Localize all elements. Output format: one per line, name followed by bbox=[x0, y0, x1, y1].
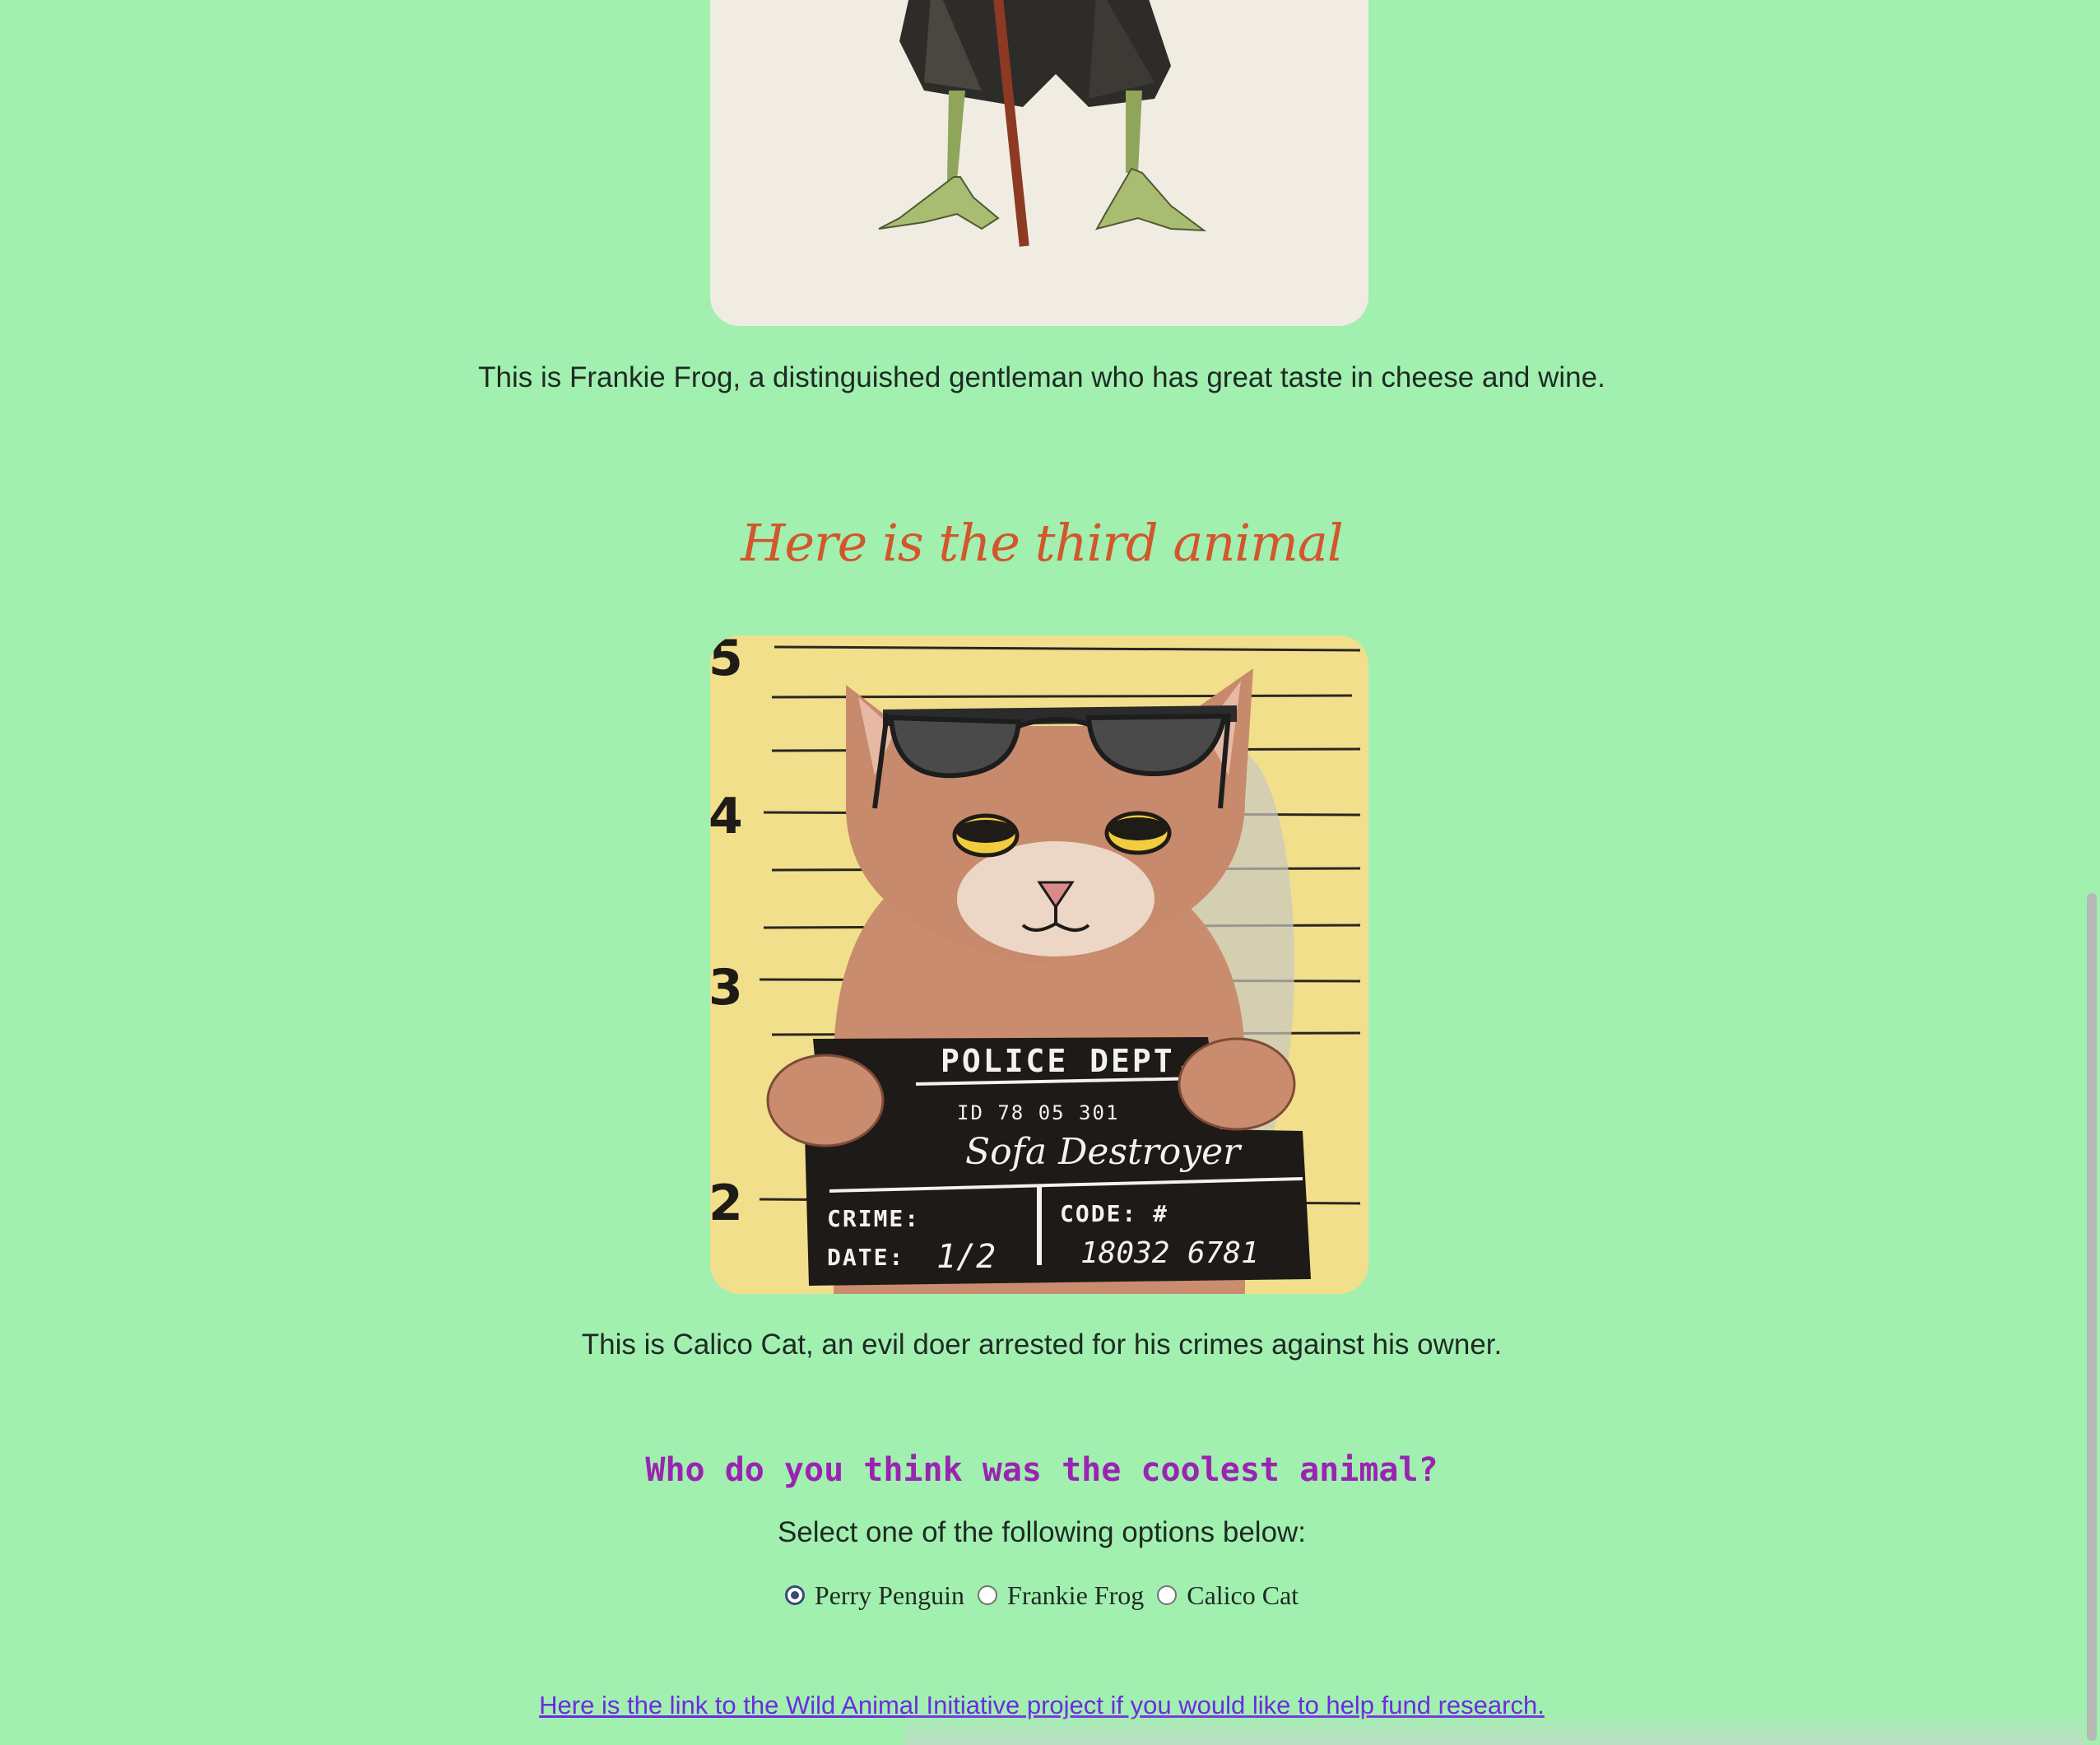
cat-caption: This is Calico Cat, an evil doer arreste… bbox=[581, 1329, 1503, 1361]
calico-cat-image: 5 4 3 2 POLICE DEPT. ID 78 05 301 Sofa D… bbox=[710, 635, 1368, 1294]
board-title: POLICE DEPT. bbox=[941, 1043, 1196, 1079]
frankie-frog-image bbox=[710, 0, 1368, 326]
option-label-calico-cat: Calico Cat bbox=[1187, 1580, 1299, 1610]
poll-instruction: Select one of the following options belo… bbox=[777, 1516, 1307, 1548]
board-id-line: ID 78 05 301 bbox=[957, 1101, 1119, 1124]
option-calico-cat[interactable]: Calico Cat bbox=[1157, 1577, 1299, 1613]
board-date-value: 1/2 bbox=[936, 1238, 996, 1276]
bottom-shadow bbox=[905, 1712, 2100, 1745]
height-mark-4: 4 bbox=[710, 788, 743, 845]
option-label-perry-penguin: Perry Penguin bbox=[814, 1580, 965, 1610]
radio-perry-penguin[interactable] bbox=[784, 1585, 805, 1605]
option-label-frankie-frog: Frankie Frog bbox=[1007, 1580, 1145, 1610]
cat-mugshot-illustration: 5 4 3 2 POLICE DEPT. ID 78 05 301 Sofa D… bbox=[710, 635, 1368, 1294]
third-animal-heading: Here is the third animal bbox=[741, 513, 1343, 573]
frog-caption: This is Frankie Frog, a distinguished ge… bbox=[478, 361, 1605, 393]
height-mark-3: 3 bbox=[710, 959, 743, 1017]
board-crime-label: CRIME: bbox=[827, 1205, 920, 1232]
board-date-label: DATE: bbox=[827, 1244, 904, 1271]
radio-calico-cat[interactable] bbox=[1157, 1585, 1178, 1605]
poll-options: Perry Penguin Frankie Frog Calico Cat bbox=[0, 1577, 2084, 1613]
scrollbar-thumb[interactable] bbox=[2087, 893, 2097, 1741]
radio-frankie-frog[interactable] bbox=[978, 1585, 998, 1605]
height-mark-2: 2 bbox=[710, 1175, 743, 1232]
board-code-label: CODE: # bbox=[1060, 1200, 1168, 1227]
poll-question: Who do you think was the coolest animal? bbox=[645, 1451, 1438, 1489]
frog-illustration bbox=[710, 0, 1368, 326]
option-frankie-frog[interactable]: Frankie Frog bbox=[978, 1577, 1144, 1613]
height-mark-5: 5 bbox=[710, 635, 743, 687]
vertical-scrollbar[interactable] bbox=[2084, 0, 2100, 1745]
board-name: Sofa Destroyer bbox=[965, 1131, 1243, 1173]
option-perry-penguin[interactable]: Perry Penguin bbox=[784, 1577, 965, 1613]
board-code-value: 18032 6781 bbox=[1080, 1236, 1259, 1270]
page: This is Frankie Frog, a distinguished ge… bbox=[0, 0, 2084, 1745]
